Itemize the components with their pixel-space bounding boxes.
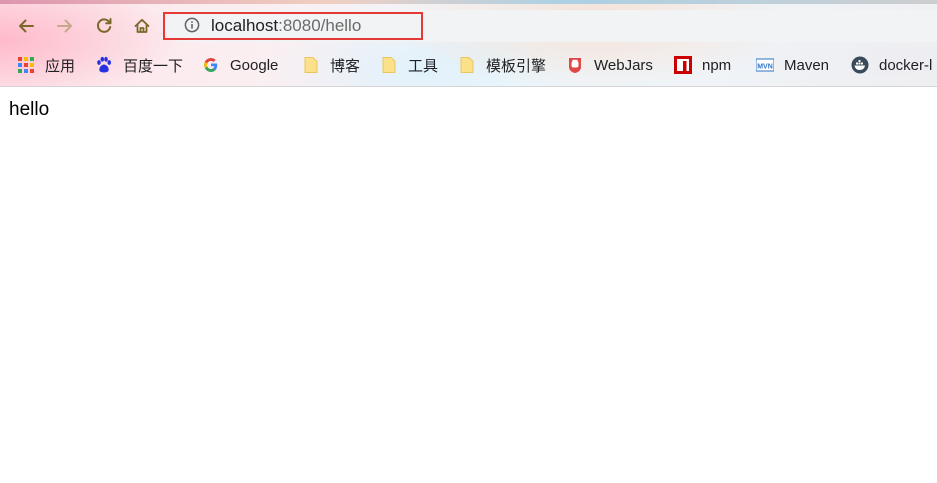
folder-icon bbox=[460, 57, 474, 73]
bookmark-label: 博客 bbox=[330, 57, 361, 75]
baidu-paw-icon bbox=[97, 56, 111, 73]
url-path: :8080/hello bbox=[278, 16, 362, 35]
bookmark-npm[interactable]: npm bbox=[674, 54, 731, 76]
home-button[interactable] bbox=[128, 12, 156, 40]
bookmark-label: 模板引擎 bbox=[486, 57, 547, 75]
npm-icon bbox=[674, 56, 692, 74]
bookmark-label: Google bbox=[230, 56, 279, 74]
google-g-icon bbox=[204, 58, 218, 72]
bookmark-label: 百度一下 bbox=[123, 57, 184, 75]
bookmark-docker[interactable]: docker-l bbox=[851, 54, 932, 76]
bookmark-label: 应用 bbox=[45, 57, 76, 75]
arrow-left-icon bbox=[19, 19, 34, 33]
bookmark-label: npm bbox=[702, 56, 732, 74]
bookmark-folder-tools[interactable]: 工具 bbox=[380, 54, 438, 76]
maven-icon: MVN bbox=[756, 58, 774, 72]
bookmark-baidu[interactable]: 百度一下 bbox=[95, 54, 183, 76]
home-icon bbox=[134, 18, 150, 33]
svg-text:MVN: MVN bbox=[757, 63, 773, 70]
info-icon[interactable] bbox=[184, 17, 200, 33]
bookmark-folder-templates[interactable]: 模板引擎 bbox=[458, 54, 546, 76]
arrow-right-icon bbox=[57, 19, 72, 33]
bookmark-label: Maven bbox=[784, 56, 830, 74]
bookmark-webjars[interactable]: WebJars bbox=[566, 54, 653, 76]
bookmark-folder-blog[interactable]: 博客 bbox=[302, 54, 360, 76]
bookmark-maven[interactable]: MVN Maven bbox=[756, 54, 829, 76]
bookmark-label: WebJars bbox=[594, 56, 653, 74]
bookmark-apps[interactable]: 应用 bbox=[17, 54, 75, 76]
browser-chrome: localhost:8080/hello 应用 百度一下 Google 博客 工… bbox=[0, 0, 937, 87]
reload-icon bbox=[96, 18, 112, 33]
url-host: localhost bbox=[211, 16, 279, 35]
bookmark-label: 工具 bbox=[408, 57, 439, 75]
tab-strip-edge bbox=[0, 0, 937, 4]
folder-icon bbox=[382, 57, 396, 73]
docker-icon bbox=[851, 56, 869, 74]
page-body-text: hello bbox=[9, 99, 50, 120]
folder-icon bbox=[304, 57, 318, 73]
bookmark-google[interactable]: Google bbox=[202, 54, 278, 76]
apps-grid-icon bbox=[18, 57, 34, 73]
forward-button[interactable] bbox=[51, 12, 79, 40]
bookmark-label: docker-l bbox=[879, 56, 933, 74]
url-text[interactable]: localhost:8080/hello bbox=[211, 15, 361, 37]
webjars-icon bbox=[569, 58, 581, 73]
reload-button[interactable] bbox=[90, 12, 118, 40]
back-button[interactable] bbox=[12, 12, 40, 40]
